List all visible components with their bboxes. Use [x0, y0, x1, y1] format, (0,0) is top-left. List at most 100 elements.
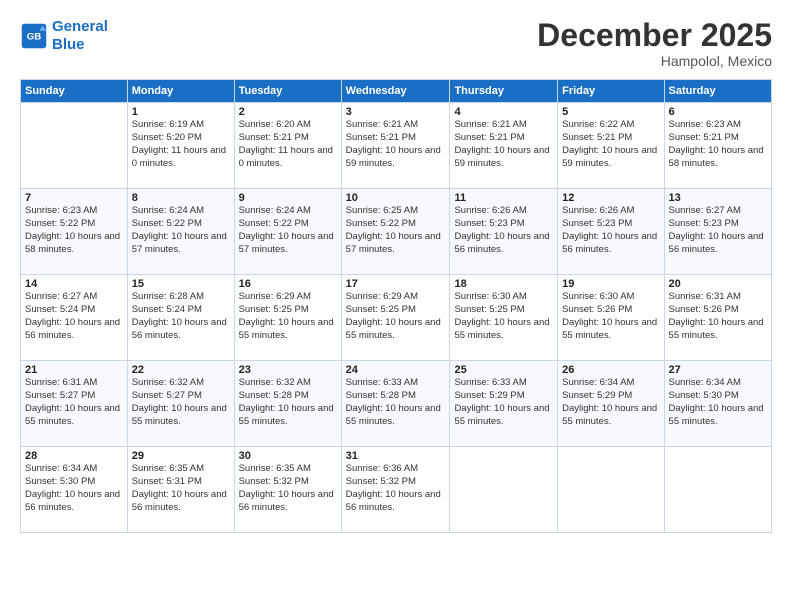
day-number: 14 [25, 278, 123, 290]
cell-0-6: 6Sunrise: 6:23 AMSunset: 5:21 PMDaylight… [664, 103, 771, 189]
day-number: 8 [132, 192, 230, 204]
cell-2-0: 14Sunrise: 6:27 AMSunset: 5:24 PMDayligh… [21, 275, 128, 361]
cell-2-5: 19Sunrise: 6:30 AMSunset: 5:26 PMDayligh… [558, 275, 664, 361]
day-info: Sunrise: 6:25 AMSunset: 5:22 PMDaylight:… [346, 205, 446, 256]
day-number: 10 [346, 192, 446, 204]
day-number: 17 [346, 278, 446, 290]
week-row-2: 14Sunrise: 6:27 AMSunset: 5:24 PMDayligh… [21, 275, 772, 361]
col-monday: Monday [127, 80, 234, 103]
calendar-body: 1Sunrise: 6:19 AMSunset: 5:20 PMDaylight… [21, 103, 772, 533]
col-friday: Friday [558, 80, 664, 103]
cell-4-2: 30Sunrise: 6:35 AMSunset: 5:32 PMDayligh… [234, 447, 341, 533]
cell-3-3: 24Sunrise: 6:33 AMSunset: 5:28 PMDayligh… [341, 361, 450, 447]
day-info: Sunrise: 6:31 AMSunset: 5:27 PMDaylight:… [25, 377, 123, 428]
cell-2-6: 20Sunrise: 6:31 AMSunset: 5:26 PMDayligh… [664, 275, 771, 361]
day-number: 23 [239, 364, 337, 376]
day-number: 22 [132, 364, 230, 376]
page: GB General Blue December 2025 Hampolol, … [0, 0, 792, 612]
location: Hampolol, Mexico [537, 53, 772, 69]
logo-line1: General [52, 18, 108, 35]
cell-0-1: 1Sunrise: 6:19 AMSunset: 5:20 PMDaylight… [127, 103, 234, 189]
day-info: Sunrise: 6:21 AMSunset: 5:21 PMDaylight:… [346, 119, 446, 170]
day-number: 20 [669, 278, 767, 290]
day-info: Sunrise: 6:24 AMSunset: 5:22 PMDaylight:… [239, 205, 337, 256]
day-number: 1 [132, 106, 230, 118]
cell-3-2: 23Sunrise: 6:32 AMSunset: 5:28 PMDayligh… [234, 361, 341, 447]
day-number: 25 [454, 364, 553, 376]
title-block: December 2025 Hampolol, Mexico [537, 18, 772, 69]
cell-4-1: 29Sunrise: 6:35 AMSunset: 5:31 PMDayligh… [127, 447, 234, 533]
day-number: 29 [132, 450, 230, 462]
cell-1-6: 13Sunrise: 6:27 AMSunset: 5:23 PMDayligh… [664, 189, 771, 275]
day-info: Sunrise: 6:32 AMSunset: 5:27 PMDaylight:… [132, 377, 230, 428]
cell-4-3: 31Sunrise: 6:36 AMSunset: 5:32 PMDayligh… [341, 447, 450, 533]
logo: GB General Blue [20, 18, 108, 54]
cell-1-0: 7Sunrise: 6:23 AMSunset: 5:22 PMDaylight… [21, 189, 128, 275]
day-info: Sunrise: 6:26 AMSunset: 5:23 PMDaylight:… [454, 205, 553, 256]
week-row-0: 1Sunrise: 6:19 AMSunset: 5:20 PMDaylight… [21, 103, 772, 189]
day-info: Sunrise: 6:23 AMSunset: 5:21 PMDaylight:… [669, 119, 767, 170]
cell-4-6 [664, 447, 771, 533]
header: GB General Blue December 2025 Hampolol, … [20, 18, 772, 69]
day-info: Sunrise: 6:35 AMSunset: 5:31 PMDaylight:… [132, 463, 230, 514]
cell-4-4 [450, 447, 558, 533]
day-number: 28 [25, 450, 123, 462]
cell-1-1: 8Sunrise: 6:24 AMSunset: 5:22 PMDaylight… [127, 189, 234, 275]
day-info: Sunrise: 6:29 AMSunset: 5:25 PMDaylight:… [346, 291, 446, 342]
day-info: Sunrise: 6:19 AMSunset: 5:20 PMDaylight:… [132, 119, 230, 170]
cell-0-2: 2Sunrise: 6:20 AMSunset: 5:21 PMDaylight… [234, 103, 341, 189]
cell-0-0 [21, 103, 128, 189]
cell-4-5 [558, 447, 664, 533]
day-number: 3 [346, 106, 446, 118]
calendar: Sunday Monday Tuesday Wednesday Thursday… [20, 79, 772, 533]
day-info: Sunrise: 6:34 AMSunset: 5:30 PMDaylight:… [25, 463, 123, 514]
day-info: Sunrise: 6:28 AMSunset: 5:24 PMDaylight:… [132, 291, 230, 342]
week-row-1: 7Sunrise: 6:23 AMSunset: 5:22 PMDaylight… [21, 189, 772, 275]
day-info: Sunrise: 6:36 AMSunset: 5:32 PMDaylight:… [346, 463, 446, 514]
col-saturday: Saturday [664, 80, 771, 103]
day-info: Sunrise: 6:20 AMSunset: 5:21 PMDaylight:… [239, 119, 337, 170]
day-info: Sunrise: 6:30 AMSunset: 5:26 PMDaylight:… [562, 291, 659, 342]
svg-text:GB: GB [27, 32, 41, 43]
day-number: 9 [239, 192, 337, 204]
day-info: Sunrise: 6:27 AMSunset: 5:24 PMDaylight:… [25, 291, 123, 342]
day-info: Sunrise: 6:35 AMSunset: 5:32 PMDaylight:… [239, 463, 337, 514]
day-number: 13 [669, 192, 767, 204]
logo-icon: GB [20, 22, 48, 50]
weekday-row: Sunday Monday Tuesday Wednesday Thursday… [21, 80, 772, 103]
col-tuesday: Tuesday [234, 80, 341, 103]
day-number: 7 [25, 192, 123, 204]
cell-2-4: 18Sunrise: 6:30 AMSunset: 5:25 PMDayligh… [450, 275, 558, 361]
day-info: Sunrise: 6:34 AMSunset: 5:30 PMDaylight:… [669, 377, 767, 428]
day-number: 4 [454, 106, 553, 118]
col-wednesday: Wednesday [341, 80, 450, 103]
day-info: Sunrise: 6:26 AMSunset: 5:23 PMDaylight:… [562, 205, 659, 256]
cell-2-1: 15Sunrise: 6:28 AMSunset: 5:24 PMDayligh… [127, 275, 234, 361]
day-number: 18 [454, 278, 553, 290]
logo-text: General Blue [52, 18, 108, 54]
cell-3-6: 27Sunrise: 6:34 AMSunset: 5:30 PMDayligh… [664, 361, 771, 447]
day-number: 15 [132, 278, 230, 290]
cell-3-4: 25Sunrise: 6:33 AMSunset: 5:29 PMDayligh… [450, 361, 558, 447]
month-title: December 2025 [537, 18, 772, 53]
logo-line2: Blue [52, 36, 85, 53]
cell-4-0: 28Sunrise: 6:34 AMSunset: 5:30 PMDayligh… [21, 447, 128, 533]
day-number: 6 [669, 106, 767, 118]
day-info: Sunrise: 6:34 AMSunset: 5:29 PMDaylight:… [562, 377, 659, 428]
day-number: 5 [562, 106, 659, 118]
day-number: 16 [239, 278, 337, 290]
cell-0-4: 4Sunrise: 6:21 AMSunset: 5:21 PMDaylight… [450, 103, 558, 189]
day-info: Sunrise: 6:21 AMSunset: 5:21 PMDaylight:… [454, 119, 553, 170]
day-info: Sunrise: 6:31 AMSunset: 5:26 PMDaylight:… [669, 291, 767, 342]
day-info: Sunrise: 6:22 AMSunset: 5:21 PMDaylight:… [562, 119, 659, 170]
cell-0-5: 5Sunrise: 6:22 AMSunset: 5:21 PMDaylight… [558, 103, 664, 189]
cell-3-1: 22Sunrise: 6:32 AMSunset: 5:27 PMDayligh… [127, 361, 234, 447]
cell-1-4: 11Sunrise: 6:26 AMSunset: 5:23 PMDayligh… [450, 189, 558, 275]
col-thursday: Thursday [450, 80, 558, 103]
week-row-3: 21Sunrise: 6:31 AMSunset: 5:27 PMDayligh… [21, 361, 772, 447]
day-number: 26 [562, 364, 659, 376]
day-number: 30 [239, 450, 337, 462]
day-number: 12 [562, 192, 659, 204]
week-row-4: 28Sunrise: 6:34 AMSunset: 5:30 PMDayligh… [21, 447, 772, 533]
day-number: 2 [239, 106, 337, 118]
